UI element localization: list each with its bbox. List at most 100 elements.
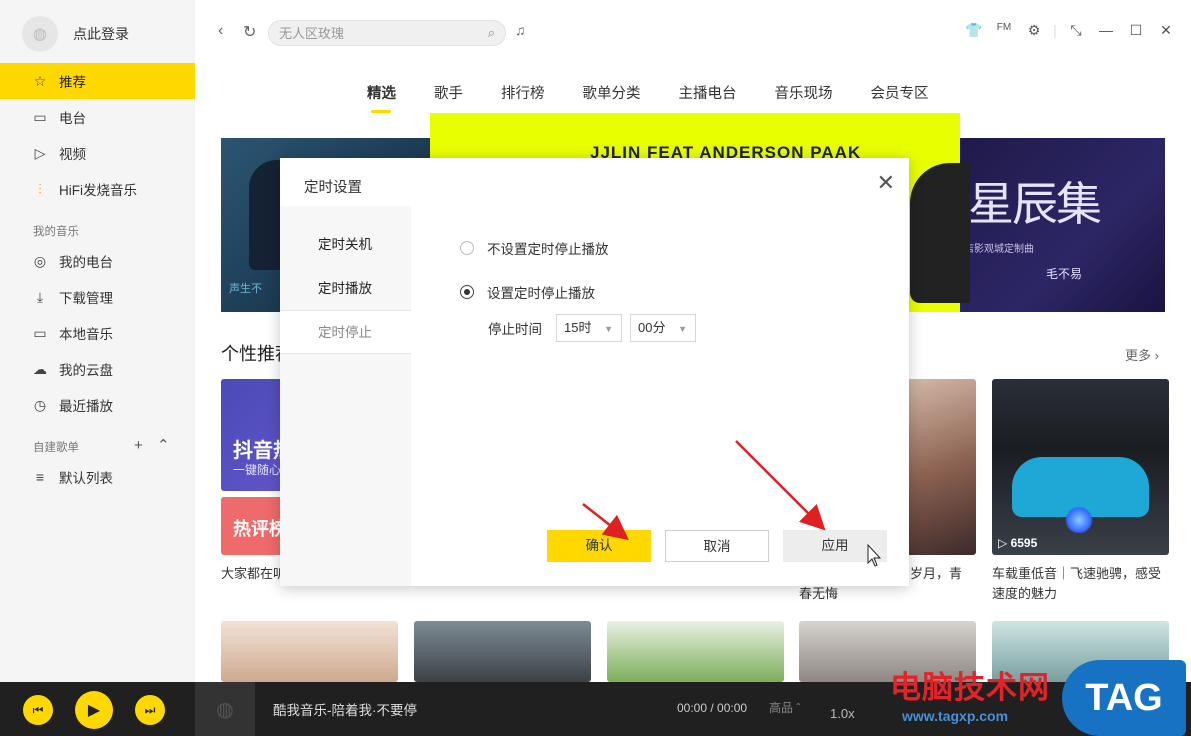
play-button[interactable]: ▶ (75, 691, 113, 729)
sidebar-item-radio[interactable]: ▭ 电台 (0, 99, 195, 135)
collapse-icon[interactable]: ⌃ (157, 437, 170, 454)
sidebar-item-recommend[interactable]: ☆ 推荐 (0, 63, 195, 99)
tab-vip[interactable]: 会员专区 (871, 82, 929, 103)
watermark-logo: TAG (1062, 660, 1186, 736)
card-image-glow (1064, 507, 1094, 533)
quality-selector[interactable]: 高品 ˆ (769, 699, 800, 716)
star-icon: ☆ (33, 72, 47, 89)
dialog-tab-play[interactable]: 定时播放 (280, 267, 411, 311)
album-cover[interactable]: ◍ (195, 682, 255, 736)
playlist-card[interactable]: ▷ 6595 (992, 379, 1169, 555)
login-link[interactable]: 点此登录 (73, 24, 129, 44)
prev-track-button[interactable]: ⏮ (23, 695, 53, 725)
tab-singers[interactable]: 歌手 (434, 82, 463, 103)
dialog-sidebar: 定时关机 定时播放 定时停止 (280, 206, 411, 586)
sidebar-item-download[interactable]: ⤓ 下载管理 (0, 279, 195, 315)
playlist-actions: + ⌃ (134, 436, 180, 454)
next-track-button[interactable]: ⏭ (135, 695, 165, 725)
dialog-tab-stop[interactable]: 定时停止 (280, 310, 411, 354)
topbar: ‹ ↻ ⌕ ♫ 👕 FM ⚙ | ⤡ — ☐ ✕ (195, 0, 1191, 65)
sidebar-item-label: HiFi发烧音乐 (59, 183, 137, 198)
banner-right[interactable]: 星辰集 店影观城定制曲 毛不易 (960, 138, 1165, 312)
sidebar-item-local-music[interactable]: ▭ 本地音乐 (0, 315, 195, 351)
search-icon[interactable]: ⌕ (488, 25, 495, 41)
sidebar-item-default-list[interactable]: ≡ 默认列表 (0, 459, 195, 495)
play-count-value: 6595 (1010, 536, 1038, 550)
hour-select[interactable]: 15时 ▼ (556, 314, 622, 342)
playlist-card[interactable] (607, 621, 784, 682)
mini-mode-icon[interactable]: ⤡ (1061, 22, 1091, 39)
option-label: 不设置定时停止播放 (487, 242, 609, 257)
play-count: ▷ 6595 (998, 536, 1038, 550)
card-subtitle: 一键随心 (233, 463, 282, 477)
hifi-wave-icon: ⫶ (38, 180, 42, 197)
content-tabs: 精选 歌手 排行榜 歌单分类 主播电台 音乐现场 会员专区 (367, 82, 967, 113)
speed-selector[interactable]: 1.0x (830, 706, 855, 721)
option-set-stop[interactable]: 设置定时停止播放 (460, 282, 595, 302)
banner-artist-image (910, 163, 970, 303)
tab-live-music[interactable]: 音乐现场 (775, 82, 833, 103)
sidebar-item-label: 最近播放 (59, 399, 113, 414)
settings-icon[interactable]: ⚙ (1019, 22, 1049, 39)
add-playlist-icon[interactable]: + (134, 437, 143, 454)
clock-icon: ◷ (33, 396, 47, 413)
banner-right-title: 星辰集 (968, 177, 1102, 231)
radio-button[interactable] (460, 241, 474, 255)
login-area[interactable]: ◍ 点此登录 (22, 16, 129, 52)
cancel-button[interactable]: 取消 (665, 530, 769, 562)
window-controls: 👕 FM ⚙ | ⤡ — ☐ ✕ (959, 22, 1181, 39)
tab-playlist-categories[interactable]: 歌单分类 (583, 82, 641, 103)
video-icon: ▷ (34, 144, 46, 161)
tab-anchor-radio[interactable]: 主播电台 (679, 82, 737, 103)
skin-icon[interactable]: 👕 (959, 22, 989, 39)
back-icon[interactable]: ‹ (218, 22, 223, 40)
podcast-icon: ◎ (33, 252, 47, 269)
my-music-heading: 我的音乐 (33, 226, 79, 238)
maximize-icon[interactable]: ☐ (1121, 22, 1151, 39)
playlist-icon: ≡ (35, 469, 45, 485)
fm-icon[interactable]: FM (989, 22, 1019, 39)
confirm-button[interactable]: 确认 (547, 530, 651, 562)
playlist-heading: 自建歌单 (33, 442, 79, 454)
tab-featured[interactable]: 精选 (367, 82, 396, 113)
sidebar-item-hifi[interactable]: ⫶ HiFi发烧音乐 (0, 171, 195, 207)
tab-charts[interactable]: 排行榜 (501, 82, 545, 103)
sidebar-item-cloud[interactable]: ☁ 我的云盘 (0, 351, 195, 387)
timer-settings-dialog: 定时设置 ✕ 定时关机 定时播放 定时停止 不设置定时停止播放 设置定时停止播放… (280, 158, 909, 586)
minute-value: 00分 (638, 320, 666, 335)
apply-button[interactable]: 应用 (783, 530, 887, 562)
sidebar-item-label: 本地音乐 (59, 327, 113, 342)
card-caption[interactable]: 车载重低音｜飞速驰骋，感受速度的魅力 (992, 564, 1172, 604)
listen-recognize-icon[interactable]: ♫ (515, 22, 526, 38)
dialog-tab-shutdown[interactable]: 定时关机 (280, 223, 411, 267)
radio-button-checked[interactable] (460, 285, 474, 299)
playlist-card[interactable] (414, 621, 591, 682)
card-caption[interactable]: 大家都在听 (221, 564, 281, 584)
minimize-icon[interactable]: — (1091, 22, 1121, 39)
sidebar-item-label: 推荐 (59, 75, 86, 90)
download-icon: ⤓ (36, 288, 44, 305)
sidebar-item-label: 我的电台 (59, 255, 113, 270)
sidebar-item-my-radio[interactable]: ◎ 我的电台 (0, 243, 195, 279)
chevron-down-icon: ▼ (678, 324, 687, 334)
playlist-card[interactable] (221, 621, 398, 682)
option-label: 设置定时停止播放 (487, 286, 595, 301)
cloud-icon: ☁ (33, 360, 47, 377)
watermark-url: www.tagxp.com (902, 708, 1009, 724)
sidebar-item-label: 视频 (59, 147, 86, 162)
more-link[interactable]: 更多 › (1125, 345, 1159, 364)
minute-select[interactable]: 00分 ▼ (630, 314, 696, 342)
banner-right-subtitle: 店影观城定制曲 (964, 244, 1034, 255)
sidebar-item-label: 下载管理 (59, 291, 113, 306)
sidebar-item-label: 我的云盘 (59, 363, 113, 378)
close-icon[interactable]: ✕ (877, 170, 895, 196)
sidebar-item-recent[interactable]: ◷ 最近播放 (0, 387, 195, 423)
close-icon[interactable]: ✕ (1151, 22, 1181, 39)
avatar[interactable]: ◍ (22, 16, 58, 52)
option-no-stop[interactable]: 不设置定时停止播放 (460, 238, 609, 258)
search-input[interactable] (269, 21, 469, 45)
refresh-icon[interactable]: ↻ (243, 22, 256, 42)
divider: | (1053, 22, 1057, 38)
sidebar-item-video[interactable]: ▷ 视频 (0, 135, 195, 171)
dialog-title: 定时设置 (304, 180, 362, 196)
